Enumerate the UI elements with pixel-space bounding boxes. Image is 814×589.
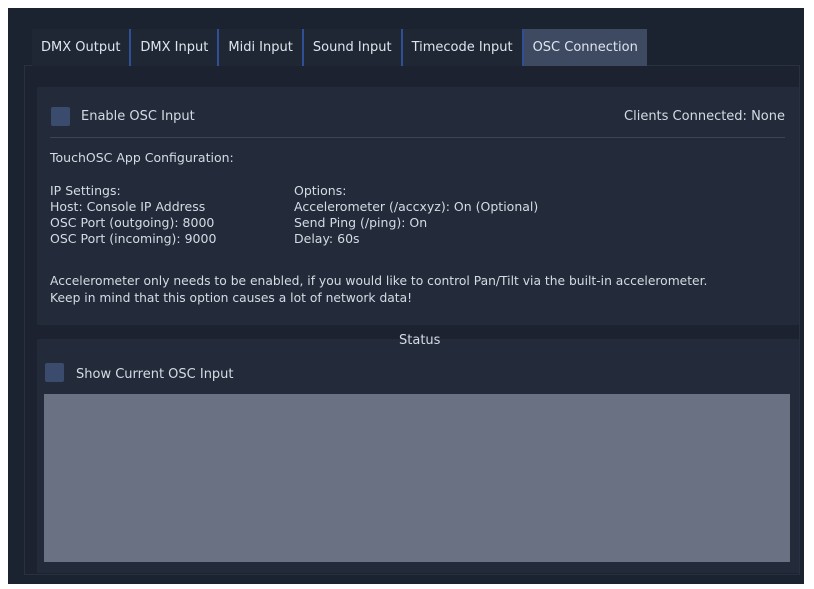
ip-settings-title: IP Settings:	[50, 183, 121, 198]
accelerometer-note-line2: Keep in mind that this option causes a l…	[50, 291, 413, 305]
osc-port-outgoing-text: OSC Port (outgoing): 8000	[50, 215, 215, 230]
config-heading: TouchOSC App Configuration:	[50, 150, 234, 165]
delay-text: Delay: 60s	[294, 231, 360, 246]
tab-dmx-input[interactable]: DMX Input	[131, 29, 220, 66]
tab-sound-input[interactable]: Sound Input	[303, 29, 403, 66]
enable-osc-input-label: Enable OSC Input	[81, 109, 195, 124]
enable-osc-input-checkbox[interactable]	[51, 107, 70, 126]
status-title: Status	[399, 333, 441, 348]
tab-dmx-output[interactable]: DMX Output	[32, 29, 132, 66]
divider	[50, 137, 785, 138]
clients-connected-text: Clients Connected: None	[624, 109, 785, 124]
accelerometer-note-line1: Accelerometer only needs to be enabled, …	[50, 274, 708, 288]
host-text: Host: Console IP Address	[50, 199, 206, 214]
options-title: Options:	[294, 183, 347, 198]
show-current-osc-input-checkbox[interactable]	[45, 363, 64, 382]
tab-osc-connection[interactable]: OSC Connection	[523, 29, 647, 66]
tab-timecode-input[interactable]: Timecode Input	[402, 29, 524, 66]
tab-bar: DMX Output DMX Input Midi Input Sound In…	[32, 29, 647, 66]
tab-midi-input[interactable]: Midi Input	[219, 29, 304, 66]
osc-input-output-area[interactable]	[44, 394, 790, 562]
osc-port-incoming-text: OSC Port (incoming): 9000	[50, 231, 217, 246]
accelerometer-text: Accelerometer (/accxyz): On (Optional)	[294, 199, 539, 214]
send-ping-text: Send Ping (/ping): On	[294, 215, 428, 230]
show-current-osc-input-label: Show Current OSC Input	[76, 367, 234, 382]
